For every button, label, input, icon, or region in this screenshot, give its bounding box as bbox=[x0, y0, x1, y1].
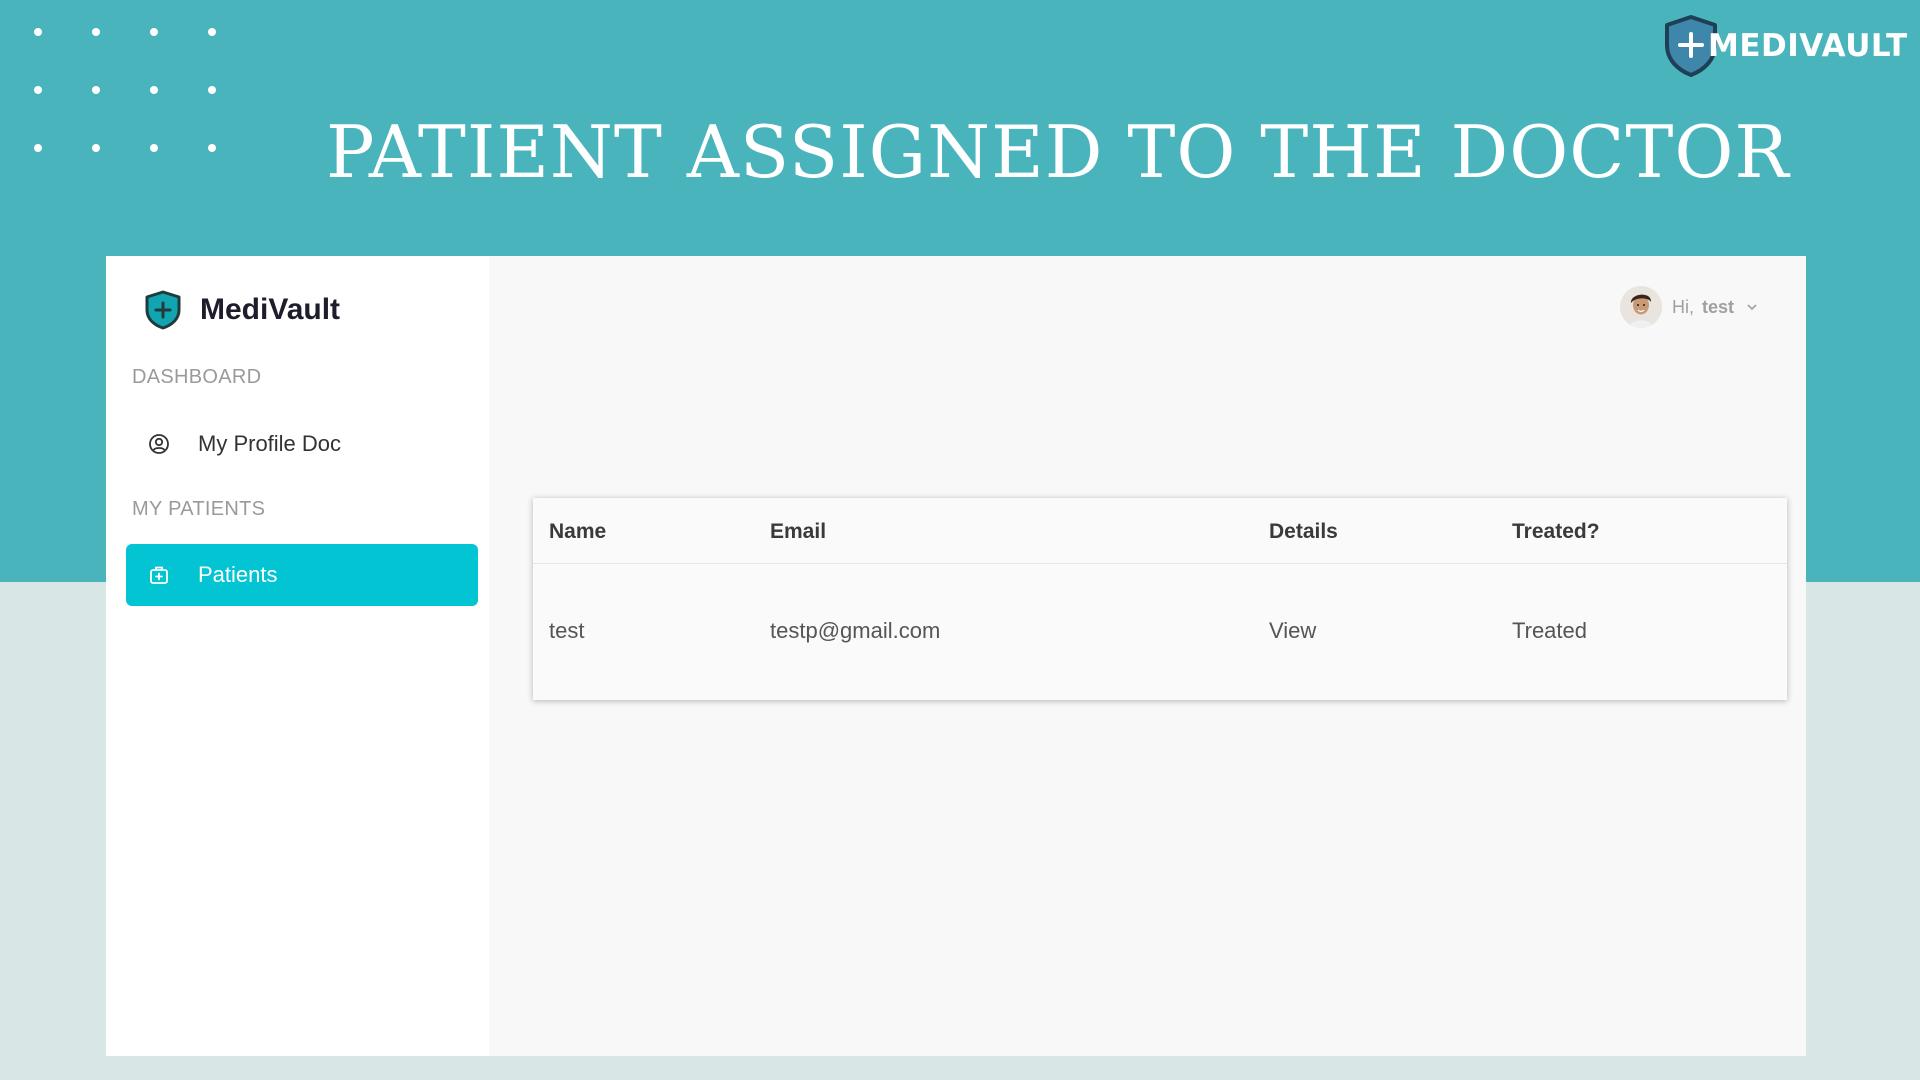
column-header-details: Details bbox=[1269, 520, 1338, 543]
section-label-dashboard: DASHBOARD bbox=[132, 366, 262, 388]
column-header-treated: Treated? bbox=[1512, 520, 1600, 543]
sidebar-item-my-profile-doc[interactable]: My Profile Doc bbox=[126, 413, 478, 475]
column-header-name: Name bbox=[549, 520, 607, 543]
user-greeting: Hi, bbox=[1671, 296, 1694, 317]
user-circle-icon bbox=[148, 433, 170, 455]
sidebar: MediVault DASHBOARD My Profile Doc MY PA… bbox=[106, 256, 489, 1056]
app-logo[interactable]: MediVault bbox=[144, 290, 340, 330]
section-label-my-patients: MY PATIENTS bbox=[132, 498, 266, 520]
user-name: test bbox=[1701, 296, 1734, 317]
brand-corner-label: MEDIVAULT bbox=[1708, 28, 1908, 64]
sidebar-item-label: Patients bbox=[198, 562, 278, 587]
table-row: test testp@gmail.com View Treated bbox=[533, 564, 1787, 700]
user-avatar bbox=[1619, 286, 1662, 328]
slide-title: PATIENT ASSIGNED TO THE DOCTOR bbox=[326, 110, 1790, 194]
sidebar-item-label: My Profile Doc bbox=[198, 431, 342, 456]
table-header: Name Email Details Treated? bbox=[533, 498, 1787, 564]
column-header-email: Email bbox=[770, 520, 827, 543]
chevron-down-icon bbox=[1746, 301, 1758, 313]
brand-corner-logo: MEDIVAULT bbox=[1662, 14, 1908, 78]
decorative-dots bbox=[34, 28, 224, 158]
cell-treated-status: Treated bbox=[1512, 618, 1588, 643]
sidebar-item-patients[interactable]: Patients bbox=[126, 544, 478, 606]
user-menu[interactable]: Hi, test bbox=[1619, 286, 1758, 328]
patients-table-card: Name Email Details Treated? test testp@g… bbox=[533, 498, 1787, 700]
app-logo-text: MediVault bbox=[200, 293, 341, 326]
cell-email: testp@gmail.com bbox=[770, 618, 941, 643]
medical-bag-icon bbox=[148, 564, 170, 586]
cell-name: test bbox=[549, 618, 585, 643]
app-window: MediVault DASHBOARD My Profile Doc MY PA… bbox=[106, 256, 1806, 1056]
shield-plus-icon bbox=[144, 290, 182, 330]
view-details-link[interactable]: View bbox=[1269, 618, 1316, 644]
